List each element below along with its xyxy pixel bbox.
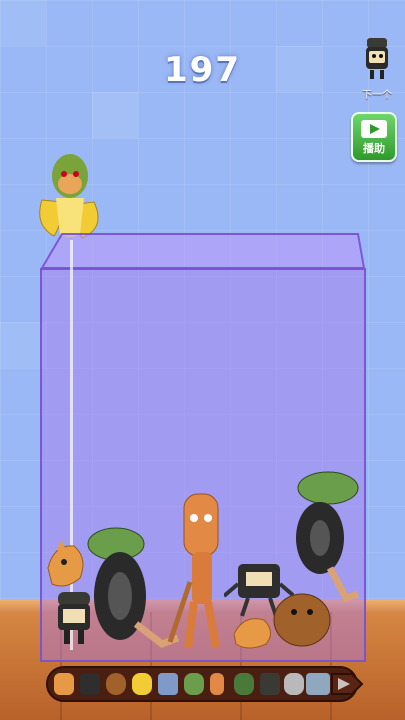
- tray-item-icon: [184, 673, 204, 695]
- tray-item-icon: [260, 673, 280, 695]
- play-video-icon: [361, 120, 387, 138]
- tray-item-icon: [306, 673, 330, 695]
- next-preview: 下一个: [357, 36, 397, 101]
- tray-item-icon: [234, 673, 254, 695]
- tray-item-icon: [106, 673, 126, 695]
- next-creature-icon: [366, 38, 388, 79]
- ad-video-button[interactable]: 播助: [351, 112, 397, 162]
- cat-fish-creature: [47, 540, 84, 587]
- tray-item-icon: [54, 673, 74, 695]
- tray-item-icon: [80, 673, 100, 695]
- tray-item-icon: [158, 673, 178, 695]
- score-display: 197: [164, 50, 241, 90]
- tray-item-icon: [284, 673, 304, 695]
- glass-container-top: [40, 233, 366, 269]
- bg-tile: [0, 0, 46, 46]
- banana-monkey-dropper[interactable]: [34, 150, 106, 240]
- tray-item-icon: [210, 673, 224, 695]
- arrow-right-icon: [331, 673, 364, 695]
- next-label: 下一个: [362, 90, 392, 101]
- bg-tile: [92, 92, 138, 138]
- frog-tire-creature-2: [296, 471, 360, 603]
- tray-item-icon: [132, 673, 152, 695]
- ad-button-label: 播助: [363, 142, 385, 155]
